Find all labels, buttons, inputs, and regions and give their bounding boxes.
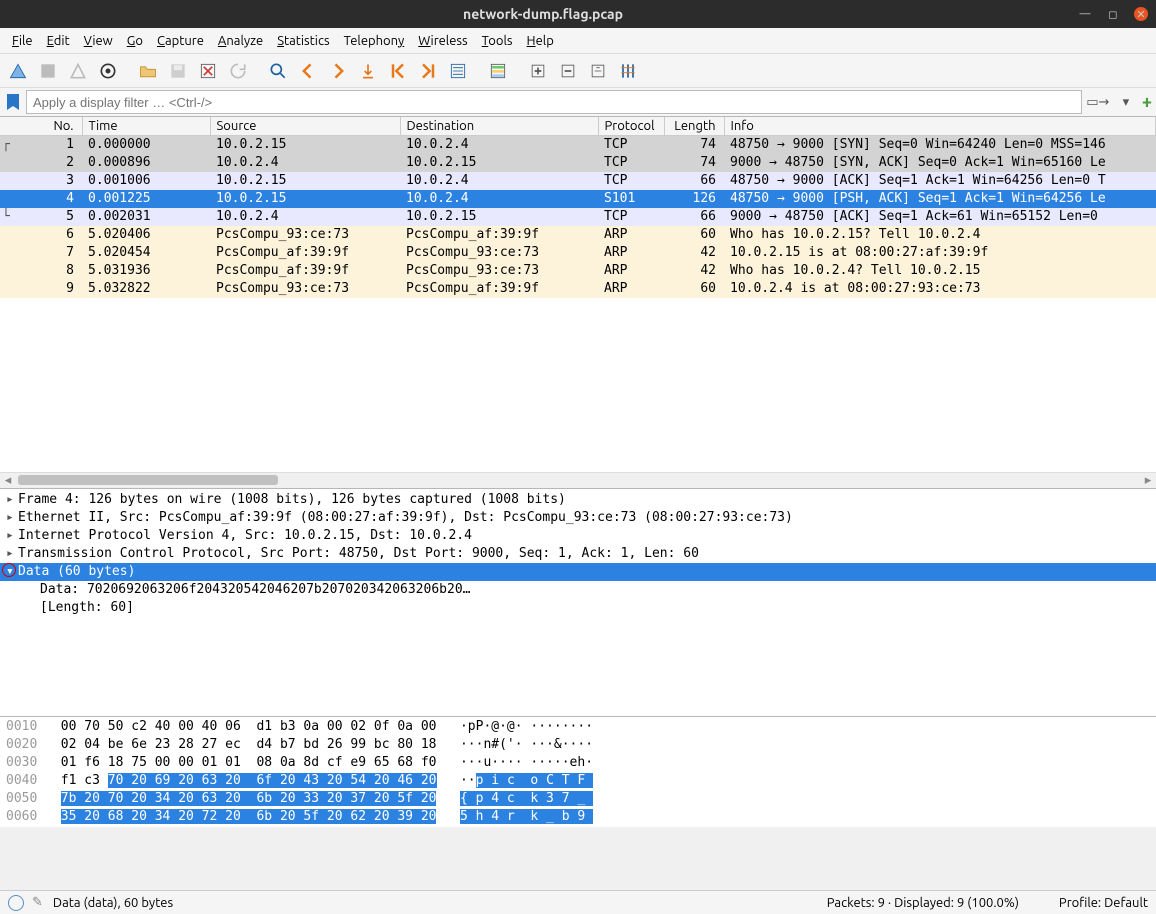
filter-bar: ▭→ ▾ + [0, 88, 1156, 116]
packet-row[interactable]: 65.020406PcsCompu_93:ce:73PcsCompu_af:39… [0, 226, 1156, 244]
packet-row[interactable]: 75.020454PcsCompu_af:39:9fPcsCompu_93:ce… [0, 244, 1156, 262]
menu-help[interactable]: Help [521, 32, 560, 50]
menu-view[interactable]: View [78, 32, 119, 50]
status-center: Packets: 9 · Displayed: 9 (100.0%) [827, 896, 1019, 910]
details-line[interactable]: [Length: 60] [0, 599, 1156, 617]
edit-icon[interactable]: ✎ [32, 895, 43, 910]
menu-go[interactable]: Go [121, 32, 149, 50]
status-left: Data (data), 60 bytes [53, 896, 173, 910]
details-line[interactable]: ▸Internet Protocol Version 4, Src: 10.0.… [0, 527, 1156, 545]
details-line[interactable]: Data: 7020692063206f204320542046207b2070… [0, 581, 1156, 599]
packet-bytes[interactable]: 0010 00 70 50 c2 40 00 40 06 d1 b3 0a 00… [0, 717, 1156, 827]
bytes-line[interactable]: 0010 00 70 50 c2 40 00 40 06 d1 b3 0a 00… [6, 719, 1150, 737]
autoscroll-icon[interactable] [444, 57, 472, 85]
menu-file[interactable]: File [6, 32, 39, 50]
minimize-button[interactable]: — [1078, 7, 1092, 21]
close-button[interactable]: ✕ [1134, 7, 1148, 21]
menu-analyze[interactable]: Analyze [212, 32, 269, 50]
resize-cols-icon[interactable] [614, 57, 642, 85]
menu-edit[interactable]: Edit [41, 32, 76, 50]
details-line[interactable]: ▸Transmission Control Protocol, Src Port… [0, 545, 1156, 563]
window-title: network-dump.flag.pcap [8, 6, 1078, 22]
status-bar: ✎ Data (data), 60 bytes Packets: 9 · Dis… [0, 890, 1156, 914]
column-info[interactable]: Info [724, 117, 1156, 136]
next-icon[interactable] [324, 57, 352, 85]
menu-bar: FileEditViewGoCaptureAnalyzeStatisticsTe… [0, 28, 1156, 54]
last-icon[interactable] [414, 57, 442, 85]
stop-icon [34, 57, 62, 85]
packet-row[interactable]: 85.031936PcsCompu_af:39:9fPcsCompu_93:ce… [0, 262, 1156, 280]
status-right[interactable]: Profile: Default [1059, 896, 1148, 910]
open-icon[interactable] [134, 57, 162, 85]
bytes-line[interactable]: 0040 f1 c3 70 20 69 20 63 20 6f 20 43 20… [6, 773, 1150, 791]
first-icon[interactable] [384, 57, 412, 85]
packet-list[interactable]: No.TimeSourceDestinationProtocolLengthIn… [0, 116, 1156, 489]
maximize-button[interactable]: ◻ [1106, 7, 1120, 21]
bytes-line[interactable]: 0060 35 20 68 20 34 20 72 20 6b 20 5f 20… [6, 809, 1150, 827]
options-icon[interactable] [94, 57, 122, 85]
packet-row[interactable]: 95.032822PcsCompu_93:ce:73PcsCompu_af:39… [0, 280, 1156, 298]
reload-icon[interactable] [224, 57, 252, 85]
prev-icon[interactable] [294, 57, 322, 85]
packet-row[interactable]: 30.00100610.0.2.1510.0.2.4TCP6648750 → 9… [0, 172, 1156, 190]
menu-statistics[interactable]: Statistics [271, 32, 335, 50]
colorize-icon[interactable] [484, 57, 512, 85]
column-source[interactable]: Source [210, 117, 400, 136]
zoom-in-icon[interactable] [524, 57, 552, 85]
column-time[interactable]: Time [82, 117, 210, 136]
packet-row[interactable]: └50.00203110.0.2.410.0.2.15TCP669000 → 4… [0, 208, 1156, 226]
fin-icon[interactable] [4, 57, 32, 85]
bytes-line[interactable]: 0030 01 f6 18 75 00 00 01 01 08 0a 8d cf… [6, 755, 1150, 773]
zoom-out-icon[interactable] [554, 57, 582, 85]
column-no[interactable]: No. [0, 117, 82, 136]
toolbar [0, 54, 1156, 88]
menu-wireless[interactable]: Wireless [412, 32, 473, 50]
display-filter-input[interactable] [26, 90, 1082, 114]
packet-row[interactable]: 20.00089610.0.2.410.0.2.15TCP749000 → 48… [0, 154, 1156, 172]
find-icon[interactable] [264, 57, 292, 85]
zoom-reset-icon[interactable] [584, 57, 612, 85]
menu-tools[interactable]: Tools [476, 32, 519, 50]
column-length[interactable]: Length [664, 117, 724, 136]
jump-icon[interactable] [354, 57, 382, 85]
restart-icon[interactable] [64, 57, 92, 85]
save-icon[interactable] [164, 57, 192, 85]
column-destination[interactable]: Destination [400, 117, 598, 136]
close-file-icon[interactable] [194, 57, 222, 85]
bytes-line[interactable]: 0050 7b 20 70 20 34 20 63 20 6b 20 33 20… [6, 791, 1150, 809]
packet-row[interactable]: ┌10.00000010.0.2.1510.0.2.4TCP7448750 → … [0, 136, 1156, 154]
add-filter-button[interactable]: + [1142, 92, 1152, 112]
menu-telephon[interactable]: Telephony [338, 32, 411, 50]
column-protocol[interactable]: Protocol [598, 117, 664, 136]
details-line[interactable]: ▾Data (60 bytes) [0, 563, 1156, 581]
filter-dropdown-icon[interactable]: ▾ [1114, 90, 1138, 114]
bookmark-icon[interactable] [4, 91, 22, 113]
scrollbar-horizontal[interactable]: ◂ ▸ [0, 472, 1156, 488]
details-line[interactable]: ▸Ethernet II, Src: PcsCompu_af:39:9f (08… [0, 509, 1156, 527]
titlebar: network-dump.flag.pcap — ◻ ✕ [0, 0, 1156, 28]
packet-row[interactable]: 40.00122510.0.2.1510.0.2.4S10112648750 →… [0, 190, 1156, 208]
expert-info-icon[interactable] [8, 895, 24, 911]
bytes-line[interactable]: 0020 02 04 be 6e 23 28 27 ec d4 b7 bd 26… [6, 737, 1150, 755]
apply-filter-icon[interactable]: ▭→ [1086, 90, 1110, 114]
details-line[interactable]: ▸Frame 4: 126 bytes on wire (1008 bits),… [0, 491, 1156, 509]
packet-details[interactable]: ▸Frame 4: 126 bytes on wire (1008 bits),… [0, 489, 1156, 717]
menu-capture[interactable]: Capture [151, 32, 210, 50]
